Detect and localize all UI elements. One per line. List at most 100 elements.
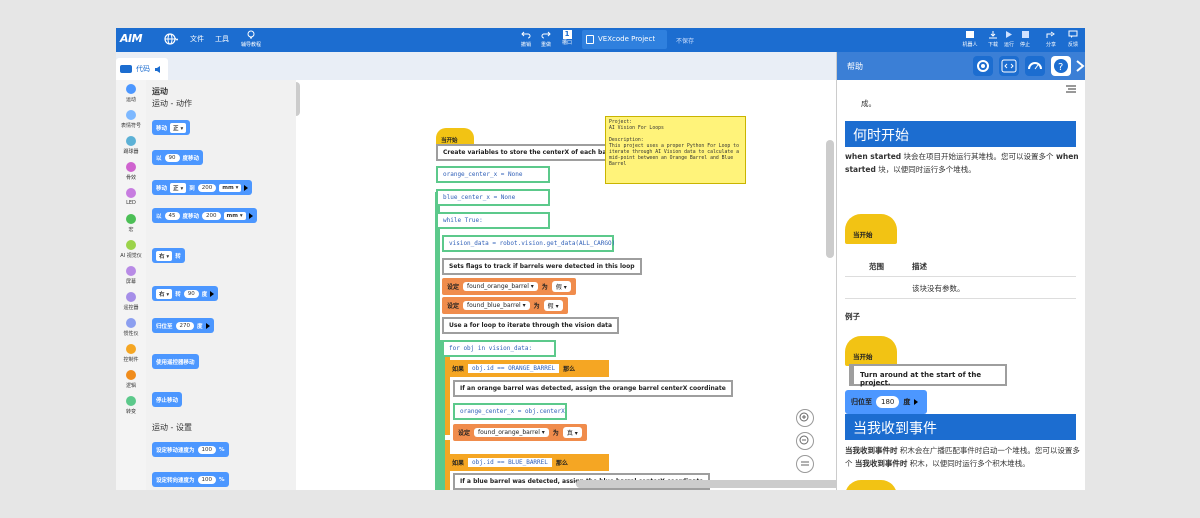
comment-block[interactable]: If an orange barrel was detected, assign… <box>453 380 733 397</box>
direction-dropdown[interactable]: 正 ▾ <box>170 182 187 193</box>
robot-label: 机器人 <box>962 42 978 48</box>
block-set-move-speed[interactable]: 设定移动速度为 100 % <box>152 442 229 457</box>
code-workspace[interactable]: 当开始 Create variables to store the center… <box>296 80 836 490</box>
value-input[interactable]: 90 <box>164 153 180 162</box>
category-item[interactable]: LED <box>116 188 146 206</box>
block-move-angle[interactable]: 以 45 度移动 200 mm ▾ <box>152 208 257 223</box>
block-label: 归位至 <box>156 323 173 330</box>
slot-button[interactable]: 1 槽口 <box>559 30 575 46</box>
value-input[interactable]: 270 <box>175 321 195 330</box>
tutorial-button[interactable]: 辅导教程 <box>236 30 266 48</box>
redo-button[interactable]: 重做 <box>538 30 554 48</box>
help-button[interactable]: ? <box>1051 56 1071 76</box>
condition-input[interactable]: obj.id == BLUE_BARREL <box>468 458 552 467</box>
python-line[interactable]: vision_data = robot.vision.get_data(ALL_… <box>442 235 615 252</box>
boolean-dropdown[interactable]: 假 ▾ <box>551 281 571 292</box>
tools-menu[interactable]: 工具 <box>215 34 229 44</box>
python-line[interactable]: while True: <box>436 212 550 229</box>
list-menu-icon[interactable] <box>1065 84 1077 94</box>
value-input[interactable]: 200 <box>197 183 217 192</box>
python-line[interactable]: for obj in vision_data: <box>442 340 556 357</box>
download-button[interactable]: 下载 <box>986 30 1000 48</box>
direction-dropdown[interactable]: 正 ▾ <box>170 122 187 133</box>
value-input[interactable]: 45 <box>164 211 180 220</box>
zoom-reset-button[interactable] <box>796 455 814 473</box>
category-item[interactable]: AI 视觉仪 <box>116 240 146 259</box>
block-remote-move[interactable]: 使用遥控器移动 <box>152 354 199 369</box>
category-item[interactable]: 运动 <box>116 84 146 103</box>
block-move[interactable]: 移动 正 ▾ <box>152 120 191 135</box>
share-icon <box>1046 31 1055 38</box>
category-label: 逻辑 <box>125 383 136 389</box>
file-menu[interactable]: 文件 <box>190 34 204 44</box>
category-item[interactable]: 控制件 <box>116 344 146 363</box>
python-line[interactable]: orange_center_x = None <box>436 166 550 183</box>
palette-scrollbar[interactable] <box>296 82 300 116</box>
zoom-out-button[interactable] <box>796 432 814 450</box>
block-turn-to[interactable]: 归位至 270 度 <box>152 318 214 333</box>
category-item[interactable]: 遥控器 <box>116 292 146 311</box>
settings-button[interactable] <box>973 56 993 76</box>
speaker-icon[interactable] <box>154 65 163 74</box>
workspace-horizontal-scrollbar[interactable] <box>576 480 836 488</box>
python-line[interactable]: orange_center_x = obj.centerX <box>453 403 567 420</box>
block-label: 设定转向速度为 <box>156 477 195 484</box>
set-variable-block[interactable]: 设定 found_orange_barrel ▾ 为 真 ▾ <box>453 424 587 441</box>
block-stop-move[interactable]: 停止移动 <box>152 392 183 407</box>
value-input[interactable]: 100 <box>197 475 217 484</box>
variable-dropdown[interactable]: found_blue_barrel ▾ <box>463 301 530 310</box>
boolean-dropdown[interactable]: 假 ▾ <box>543 300 563 311</box>
set-variable-block[interactable]: 设定 found_orange_barrel ▾ 为 假 ▾ <box>442 278 576 295</box>
globe-icon[interactable] <box>164 33 180 47</box>
dashboard-button[interactable] <box>1025 56 1045 76</box>
comment-block[interactable]: Use a for loop to iterate through the vi… <box>442 317 620 334</box>
value-input[interactable]: 200 <box>202 211 221 220</box>
set-variable-block[interactable]: 设定 found_blue_barrel ▾ 为 假 ▾ <box>442 297 568 314</box>
undo-button[interactable]: 撤销 <box>518 30 534 48</box>
workspace-vertical-scrollbar[interactable] <box>826 140 834 258</box>
category-item[interactable]: 屏幕 <box>116 266 146 285</box>
condition-input[interactable]: obj.id == ORANGE_BARREL <box>468 364 560 373</box>
run-button[interactable]: 运行 <box>1002 30 1016 48</box>
python-line[interactable]: blue_center_x = None <box>436 189 550 206</box>
category-label: 转变 <box>125 409 136 415</box>
if-then-block[interactable]: 如果 obj.id == ORANGE_BARREL 那么 <box>447 360 609 377</box>
if-then-block[interactable]: 如果 obj.id == BLUE_BARREL 那么 <box>447 454 609 471</box>
block-set-turn-speed[interactable]: 设定转向速度为 100 % <box>152 472 229 487</box>
variable-dropdown[interactable]: found_orange_barrel ▾ <box>474 428 549 437</box>
block-label: 以 <box>156 213 162 220</box>
comment-block[interactable]: Create variables to store the centerX of… <box>436 144 626 161</box>
share-button[interactable]: 分享 <box>1044 30 1058 48</box>
boolean-dropdown[interactable]: 真 ▾ <box>562 427 582 438</box>
block-turn[interactable]: 右 ▾ 转 <box>152 248 185 263</box>
turn-dropdown[interactable]: 右 ▾ <box>156 288 173 299</box>
block-move-distance[interactable]: 移动 正 ▾ 到 200 mm ▾ <box>152 180 253 195</box>
category-item[interactable]: 转变 <box>116 396 146 415</box>
category-item[interactable]: 宏 <box>116 214 146 233</box>
unit-dropdown[interactable]: mm ▾ <box>219 183 242 192</box>
comment-block[interactable]: Sets flags to track if barrels were dete… <box>442 258 642 275</box>
stop-button[interactable]: 停止 <box>1018 30 1032 48</box>
project-name-field[interactable]: VEXcode Project <box>582 30 667 49</box>
project-note[interactable]: Project: AI Vision For Loops Description… <box>605 116 746 184</box>
variable-dropdown[interactable]: found_orange_barrel ▾ <box>463 282 538 291</box>
category-item[interactable]: 表情符号 <box>116 110 146 129</box>
value-input[interactable]: 100 <box>197 445 217 454</box>
category-item[interactable]: 逻辑 <box>116 370 146 389</box>
block-move-for[interactable]: 以 90 度移动 <box>152 150 204 165</box>
code-view-button[interactable] <box>999 56 1019 76</box>
block-label: 设定 <box>458 430 471 437</box>
block-turn-for[interactable]: 右 ▾ 转 90 度 <box>152 286 219 301</box>
zoom-in-button[interactable] <box>796 409 814 427</box>
feedback-button[interactable]: 反馈 <box>1066 30 1080 48</box>
tab-code[interactable]: 代码 <box>116 58 168 80</box>
value-input[interactable]: 90 <box>183 289 199 298</box>
robot-menu[interactable]: 机器人 <box>958 30 982 48</box>
category-item[interactable]: 惯性仪 <box>116 318 146 337</box>
when-started-example: 当开始 <box>845 336 897 366</box>
category-item[interactable]: 骨效 <box>116 162 146 181</box>
category-item[interactable]: 踢球器 <box>116 136 146 155</box>
turn-dropdown[interactable]: 右 ▾ <box>156 250 173 261</box>
unit-dropdown[interactable]: mm ▾ <box>223 211 246 220</box>
chevron-right-icon[interactable] <box>1075 60 1085 72</box>
